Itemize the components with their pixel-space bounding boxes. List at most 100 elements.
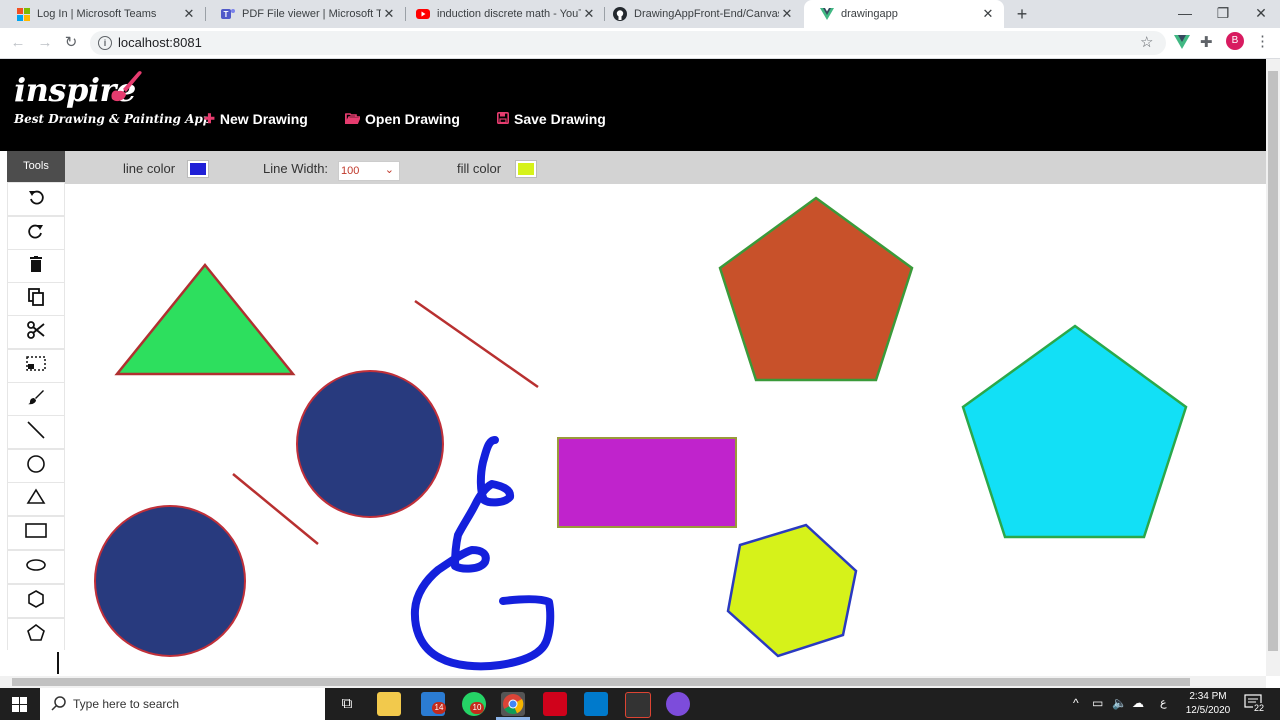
tab-drawingapp[interactable]: drawingapp ✕ bbox=[804, 0, 1004, 28]
task-view-icon[interactable]: ⧉ bbox=[335, 692, 359, 716]
reload-icon[interactable]: ↻ bbox=[60, 32, 82, 54]
save-drawing-button[interactable]: Save Drawing bbox=[497, 111, 606, 127]
line-width-label: Line Width: bbox=[263, 161, 329, 176]
line-color-swatch bbox=[190, 163, 206, 175]
circle-tool-button[interactable] bbox=[8, 450, 64, 482]
forward-arrow-icon[interactable]: → bbox=[34, 32, 56, 54]
tab-title: induction discrete math - YouTube bbox=[437, 8, 581, 20]
new-tab-button[interactable]: + bbox=[1011, 3, 1033, 25]
info-icon[interactable]: i bbox=[98, 36, 112, 50]
tab-github[interactable]: DrawingAppFront-End/Canvas.vue ✕ bbox=[597, 0, 803, 28]
chevron-down-icon: ⌄ bbox=[384, 164, 394, 176]
vertical-scrollbar[interactable] bbox=[1266, 59, 1280, 676]
line-color-picker[interactable] bbox=[187, 160, 209, 178]
language-indicator[interactable]: ع bbox=[1160, 696, 1167, 709]
new-drawing-button[interactable]: ✚ New Drawing bbox=[204, 111, 308, 127]
browser-toolbar: ← → ↻ i localhost:8081 ☆ ✚ B ⋮ bbox=[0, 28, 1280, 59]
cut-icon bbox=[27, 320, 45, 344]
vscode-icon[interactable] bbox=[584, 692, 608, 716]
hexagon-icon bbox=[27, 589, 45, 614]
options-bar: line color Line Width: 100 ⌄ fill color bbox=[65, 151, 1266, 184]
triangle-tool-button[interactable] bbox=[8, 483, 64, 515]
brush-button[interactable] bbox=[8, 383, 64, 415]
undo-icon bbox=[27, 188, 45, 211]
tab-title: Log In | Microsoft Teams bbox=[37, 8, 157, 20]
cut-button[interactable] bbox=[8, 316, 64, 348]
tab-youtube[interactable]: induction discrete math - YouTube ✕ bbox=[400, 0, 605, 28]
select-area-button[interactable] bbox=[8, 350, 64, 382]
search-placeholder: Type here to search bbox=[73, 697, 180, 711]
rectangle-shape[interactable] bbox=[557, 437, 737, 528]
triangle-icon bbox=[26, 487, 46, 511]
plus-icon: ✚ bbox=[204, 111, 215, 126]
notifications-icon[interactable]: 22 bbox=[1244, 694, 1266, 714]
vertical-scroll-thumb[interactable] bbox=[1268, 71, 1278, 651]
ellipse-tool-button[interactable] bbox=[8, 551, 64, 583]
battery-icon[interactable]: ▭ bbox=[1092, 696, 1103, 710]
hexagon-tool-button[interactable] bbox=[8, 585, 64, 617]
vue-icon bbox=[820, 7, 834, 21]
hexagon-shape[interactable] bbox=[726, 523, 858, 658]
acrobat-icon[interactable] bbox=[543, 692, 567, 716]
close-tab-icon[interactable]: ✕ bbox=[581, 6, 597, 22]
maximize-button[interactable]: ❐ bbox=[1204, 0, 1242, 28]
circle-shape[interactable] bbox=[94, 505, 246, 657]
intellij-icon[interactable] bbox=[625, 692, 651, 718]
save-floppy-icon bbox=[497, 111, 509, 127]
tab-title: DrawingAppFront-End/Canvas.vue bbox=[634, 8, 779, 20]
svg-text:T: T bbox=[224, 10, 229, 19]
horizontal-scroll-thumb[interactable] bbox=[12, 678, 1190, 686]
tab-title: drawingapp bbox=[841, 8, 898, 20]
tab-pdf-viewer[interactable]: T PDF File viewer | Microsoft Teams ✕ bbox=[205, 0, 405, 28]
github-desktop-icon[interactable] bbox=[666, 692, 690, 716]
line-tool-button[interactable] bbox=[8, 416, 64, 448]
bookmark-star-icon[interactable]: ☆ bbox=[1140, 33, 1153, 51]
close-tab-icon[interactable]: ✕ bbox=[181, 6, 197, 22]
line-color-label: line color bbox=[123, 161, 176, 176]
delete-button[interactable] bbox=[8, 250, 64, 282]
show-hidden-icons[interactable]: ^ bbox=[1073, 696, 1079, 710]
network-icon[interactable]: ☁ bbox=[1132, 696, 1144, 710]
undo-button[interactable] bbox=[8, 183, 64, 215]
taskbar-search[interactable]: Type here to search bbox=[40, 688, 325, 720]
start-button[interactable] bbox=[0, 688, 40, 720]
profile-avatar[interactable]: B bbox=[1226, 32, 1244, 50]
system-clock[interactable]: 2:34 PM 12/5/2020 bbox=[1176, 690, 1240, 718]
address-bar[interactable]: i localhost:8081 ☆ bbox=[90, 31, 1166, 55]
file-explorer-icon[interactable] bbox=[377, 692, 401, 716]
chrome-icon[interactable] bbox=[501, 692, 525, 716]
horizontal-scrollbar[interactable] bbox=[0, 676, 1266, 688]
triangle-shape[interactable] bbox=[114, 263, 296, 376]
windows-logo-icon bbox=[12, 697, 27, 717]
brush-icon bbox=[27, 388, 45, 411]
copy-button[interactable] bbox=[8, 283, 64, 315]
line-width-select[interactable]: 100 ⌄ bbox=[338, 161, 400, 181]
open-drawing-button[interactable]: Open Drawing bbox=[344, 111, 460, 127]
pentagon-shape[interactable] bbox=[961, 324, 1188, 539]
extensions-puzzle-icon[interactable]: ✚ bbox=[1200, 33, 1213, 51]
pentagon-tool-button[interactable] bbox=[8, 619, 64, 651]
app-header: inspire Best Drawing & Painting App ✚ Ne… bbox=[0, 59, 1266, 151]
browser-menu-icon[interactable]: ⋮ bbox=[1255, 32, 1270, 50]
pentagon-shape[interactable] bbox=[718, 196, 914, 382]
drawing-canvas[interactable] bbox=[65, 184, 1266, 676]
pentagon-icon bbox=[26, 623, 46, 648]
line-shape[interactable] bbox=[414, 299, 539, 389]
close-tab-icon[interactable]: ✕ bbox=[381, 6, 397, 22]
back-arrow-icon[interactable]: ← bbox=[7, 32, 29, 54]
copy-icon bbox=[28, 287, 44, 311]
vue-devtools-icon[interactable] bbox=[1174, 35, 1190, 54]
browser-tab-strip: Log In | Microsoft Teams ✕ T PDF File vi… bbox=[0, 0, 1280, 28]
volume-icon[interactable]: 🔈 bbox=[1112, 696, 1127, 710]
mail-badge: 14 bbox=[432, 702, 446, 714]
tab-microsoft-teams-login[interactable]: Log In | Microsoft Teams ✕ bbox=[0, 0, 205, 28]
circle-shape[interactable] bbox=[296, 370, 444, 518]
close-window-button[interactable]: ✕ bbox=[1242, 0, 1280, 28]
fill-color-picker[interactable] bbox=[515, 160, 537, 178]
close-tab-icon[interactable]: ✕ bbox=[980, 6, 996, 22]
close-tab-icon[interactable]: ✕ bbox=[779, 6, 795, 22]
line-shape[interactable] bbox=[232, 473, 319, 545]
minimize-button[interactable]: — bbox=[1166, 0, 1204, 28]
rectangle-tool-button[interactable] bbox=[8, 517, 64, 549]
redo-button[interactable] bbox=[8, 217, 64, 249]
